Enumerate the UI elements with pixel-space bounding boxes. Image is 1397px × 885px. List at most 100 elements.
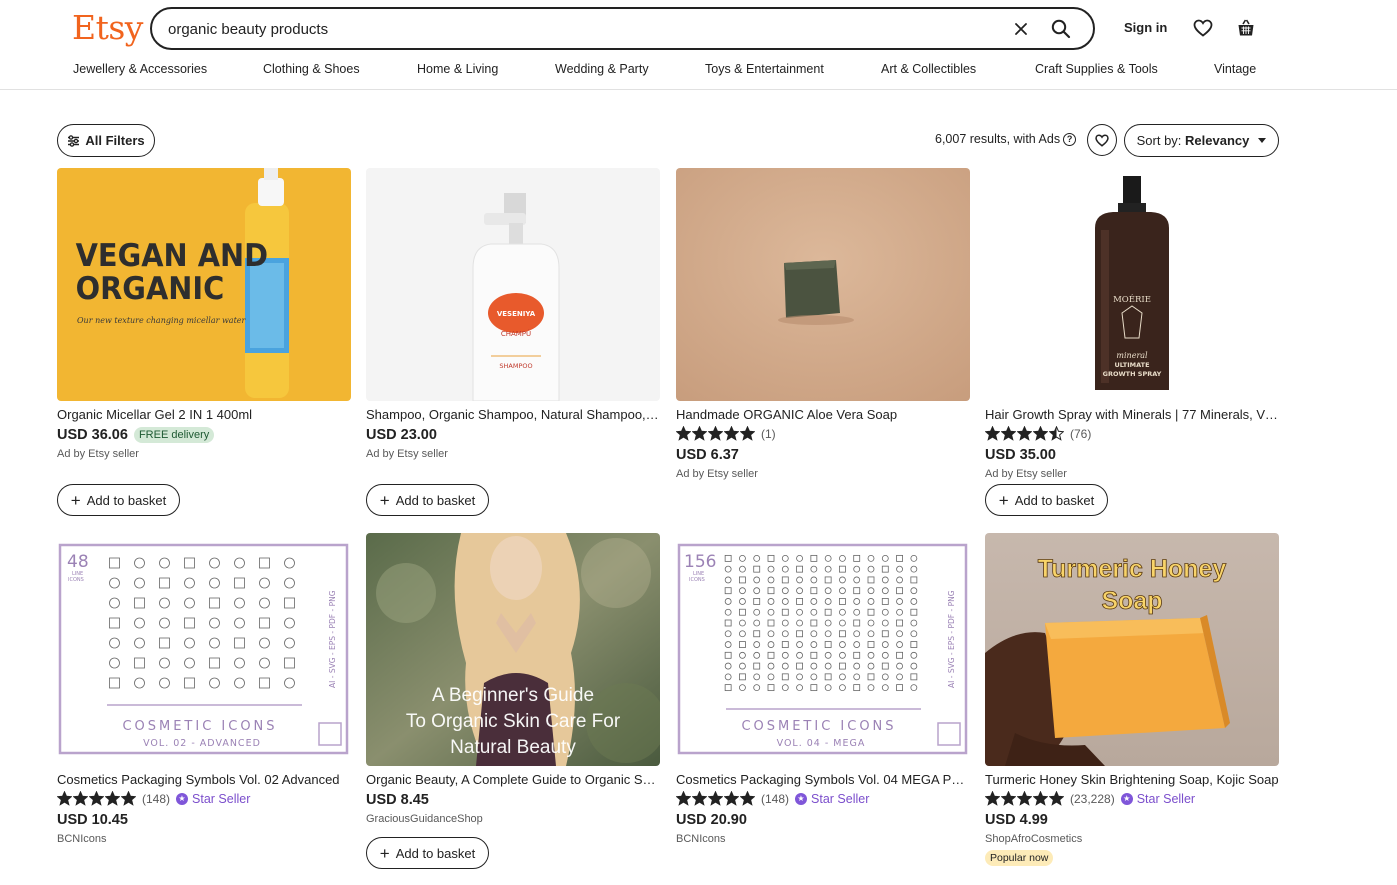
listing-image[interactable]: VEGAN AND ORGANIC Our new texture changi… — [57, 168, 351, 401]
listing-image[interactable]: 48 LINE ICONS COSMETIC ICONS VOL. 02 - A… — [57, 533, 351, 766]
image-text: GROWTH SPRAY — [1103, 370, 1162, 378]
listing-title[interactable]: Turmeric Honey Skin Brightening Soap, Ko… — [985, 771, 1279, 788]
listing-title[interactable]: Organic Micellar Gel 2 IN 1 400ml — [57, 406, 351, 423]
filter-icon — [68, 134, 80, 147]
star-icon — [724, 791, 739, 806]
star-icon — [1033, 791, 1048, 806]
star-seller-icon: ★ — [176, 792, 189, 805]
search-icon[interactable] — [1048, 16, 1074, 42]
nav-toys[interactable]: Toys & Entertainment — [705, 62, 824, 76]
site-header: Etsy Sign in Jewellery & Accessories Clo… — [0, 0, 1397, 90]
listing-card[interactable]: VEGAN AND ORGANIC Our new texture changi… — [57, 168, 351, 516]
search-bar[interactable] — [150, 7, 1095, 50]
add-to-basket-label: Add to basket — [395, 492, 476, 508]
price-row: USD 35.00 — [985, 445, 1279, 465]
image-text: MOÉRIE — [1113, 293, 1151, 305]
star-icon — [676, 426, 691, 441]
image-text: 156 — [684, 552, 716, 572]
add-to-basket-button[interactable]: + Add to basket — [985, 484, 1108, 516]
star-rating — [985, 426, 1064, 441]
listing-price: USD 35.00 — [985, 447, 1056, 463]
nav-wedding[interactable]: Wedding & Party — [555, 62, 649, 76]
image-text: CHAMPÚ — [501, 329, 531, 338]
listing-card[interactable]: VESENIYA CHAMPÚ SHAMPOO Shampoo, Organic… — [366, 168, 660, 516]
listing-card[interactable]: Handmade ORGANIC Aloe Vera Soap (1) USD … — [676, 168, 970, 482]
listing-price: USD 4.99 — [985, 812, 1048, 828]
star-icon — [1017, 791, 1032, 806]
star-rating — [676, 791, 755, 806]
heart-outline-icon — [1095, 133, 1109, 147]
listing-title[interactable]: Organic Beauty, A Complete Guide to Orga… — [366, 771, 660, 788]
listing-card[interactable]: A Beginner's Guide To Organic Skin Care … — [366, 533, 660, 869]
sort-prefix: Sort by: — [1136, 133, 1186, 148]
add-to-basket-button[interactable]: + Add to basket — [57, 484, 180, 516]
listing-image[interactable] — [676, 168, 970, 401]
rating: (148) ★ Star Seller — [57, 789, 351, 808]
image-text: 48 — [67, 552, 89, 572]
star-icon — [1049, 426, 1064, 441]
star-icon — [985, 426, 1000, 441]
all-filters-button[interactable]: All Filters — [57, 124, 155, 157]
help-icon[interactable]: ? — [1063, 132, 1077, 146]
listing-price: USD 6.37 — [676, 447, 739, 463]
star-seller-icon: ★ — [1120, 792, 1133, 805]
price-row: USD 20.90 — [676, 810, 970, 830]
review-count: (148) — [142, 791, 171, 806]
etsy-logo[interactable]: Etsy — [72, 8, 143, 47]
listing-title[interactable]: Hair Growth Spray with Minerals | 77 Min… — [985, 406, 1279, 423]
review-count: (148) — [761, 791, 790, 806]
nav-jewellery[interactable]: Jewellery & Accessories — [73, 62, 207, 76]
sign-in-link[interactable]: Sign in — [1124, 20, 1167, 35]
listing-image[interactable]: MOÉRIE mineral ULTIMATE GROWTH SPRAY — [985, 168, 1279, 401]
listing-card[interactable]: MOÉRIE mineral ULTIMATE GROWTH SPRAY Hai… — [985, 168, 1279, 516]
star-icon — [121, 791, 136, 806]
nav-craft[interactable]: Craft Supplies & Tools — [1035, 62, 1158, 76]
listing-card[interactable]: 48 LINE ICONS COSMETIC ICONS VOL. 02 - A… — [57, 533, 351, 847]
listing-image[interactable]: A Beginner's Guide To Organic Skin Care … — [366, 533, 660, 766]
category-nav: Jewellery & Accessories Clothing & Shoes… — [0, 62, 1397, 82]
image-text: VESENIYA — [497, 310, 536, 318]
search-input[interactable] — [168, 18, 968, 40]
listing-image[interactable]: VESENIYA CHAMPÚ SHAMPOO — [366, 168, 660, 401]
star-icon — [57, 791, 72, 806]
image-text: Soap — [1101, 587, 1162, 615]
add-to-basket-button[interactable]: + Add to basket — [366, 837, 489, 869]
star-icon — [708, 426, 723, 441]
sort-value: Relevancy — [1185, 133, 1250, 148]
basket-icon[interactable] — [1234, 16, 1258, 40]
image-text: Natural Beauty — [450, 737, 576, 758]
clear-search-icon[interactable] — [1010, 18, 1032, 40]
nav-vintage[interactable]: Vintage — [1214, 62, 1256, 76]
image-text: COSMETIC ICONS — [741, 719, 896, 734]
image-text: mineral — [1116, 351, 1148, 360]
nav-clothing[interactable]: Clothing & Shoes — [263, 62, 360, 76]
rating: (1) — [676, 424, 970, 443]
free-delivery-badge: FREE delivery — [133, 427, 215, 443]
listing-title[interactable]: Cosmetics Packaging Symbols Vol. 02 Adva… — [57, 771, 351, 788]
image-text: Our new texture changing micellar water — [77, 316, 247, 325]
star-icon — [73, 791, 88, 806]
star-seller-badge: ★ Star Seller — [176, 792, 250, 806]
listing-card[interactable]: 156 LINE ICONS COSMETIC ICONS VOL. 04 - … — [676, 533, 970, 847]
listing-seller: Ad by Etsy seller — [366, 448, 448, 460]
nav-art[interactable]: Art & Collectibles — [881, 62, 976, 76]
star-rating — [676, 426, 755, 441]
heart-icon[interactable] — [1191, 16, 1215, 40]
rating: (148) ★ Star Seller — [676, 789, 970, 808]
listing-title[interactable]: Shampoo, Organic Shampoo, Natural Shampo… — [366, 406, 660, 423]
listing-seller: ShopAfroCosmetics — [985, 833, 1083, 845]
save-search-button[interactable] — [1087, 124, 1117, 156]
listing-title[interactable]: Cosmetics Packaging Symbols Vol. 04 MEGA… — [676, 771, 970, 788]
star-icon — [692, 426, 707, 441]
listing-card[interactable]: Turmeric Honey Soap Turmeric Honey Skin … — [985, 533, 1279, 866]
add-to-basket-button[interactable]: + Add to basket — [366, 484, 489, 516]
sort-dropdown[interactable]: Sort by: Relevancy — [1124, 124, 1279, 157]
star-icon — [676, 791, 691, 806]
image-text: SHAMPOO — [499, 362, 532, 370]
listing-image[interactable]: Turmeric Honey Soap — [985, 533, 1279, 766]
listing-seller: Ad by Etsy seller — [57, 448, 139, 460]
listing-image[interactable]: 156 LINE ICONS COSMETIC ICONS VOL. 04 - … — [676, 533, 970, 766]
nav-home[interactable]: Home & Living — [417, 62, 498, 76]
image-text: VOL. 02 - ADVANCED — [143, 738, 261, 749]
listing-title[interactable]: Handmade ORGANIC Aloe Vera Soap — [676, 406, 970, 423]
